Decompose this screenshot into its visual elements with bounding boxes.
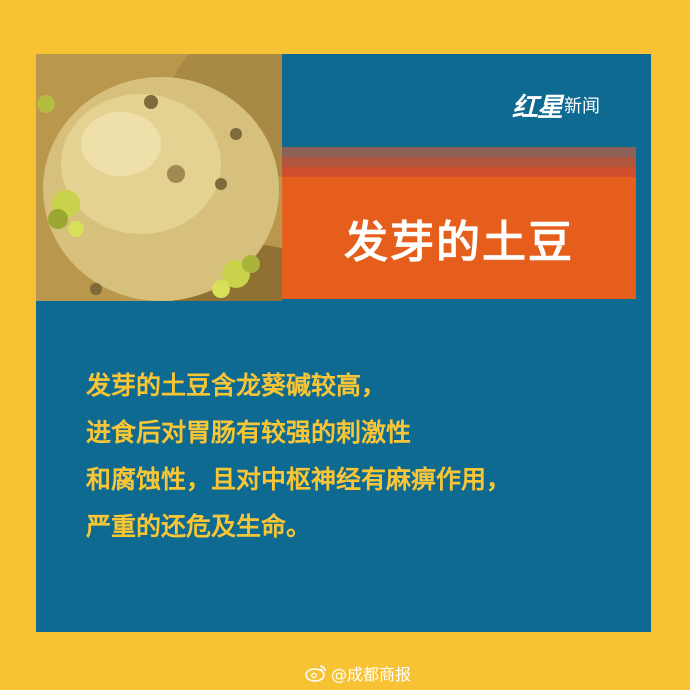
body-line: 和腐蚀性，且对中枢神经有麻痹作用， <box>86 465 512 494</box>
decorative-stripe <box>282 147 636 157</box>
logo-main-text: 红星 <box>512 92 563 123</box>
sprouted-potato-photo <box>36 54 282 301</box>
weibo-icon <box>305 665 326 682</box>
source-watermark: @成都商报 <box>305 660 411 686</box>
logo-sub-text: 新闻 <box>564 96 601 117</box>
body-line: 发芽的土豆含龙葵碱较高， <box>86 371 387 400</box>
body-line: 严重的还危及生命。 <box>86 512 312 541</box>
decorative-stripe <box>282 167 636 177</box>
decorative-stripe <box>282 157 636 167</box>
title-banner: 发芽的土豆 <box>282 177 636 299</box>
red-star-news-logo: 红星 新闻 <box>512 88 632 123</box>
page-title: 发芽的土豆 <box>344 217 574 268</box>
body-line: 进食后对胃肠有较强的刺激性 <box>86 418 412 447</box>
body-paragraph: 发芽的土豆含龙葵碱较高， 进食后对胃肠有较强的刺激性 和腐蚀性，且对中枢神经有麻… <box>86 362 626 550</box>
source-text: @成都商报 <box>331 665 412 684</box>
